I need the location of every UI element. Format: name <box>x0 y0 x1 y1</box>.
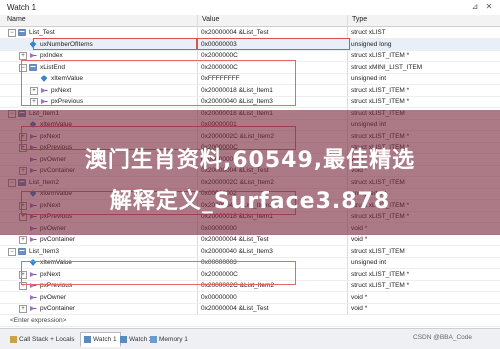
pointer-icon <box>30 53 37 58</box>
cell-value[interactable]: 0x20000040 &List_Item3 <box>201 246 344 257</box>
struct-icon <box>18 29 26 36</box>
watermark-credit: CSDN @BBA_Code <box>413 334 472 341</box>
highlight-box <box>33 38 198 50</box>
watch-icon <box>84 335 91 343</box>
cell-name: List_Item3 <box>29 247 59 255</box>
highlight-box <box>21 261 296 285</box>
expand-icon[interactable]: + <box>19 52 27 60</box>
watch-icon <box>120 335 127 343</box>
expand-icon[interactable]: + <box>19 305 27 313</box>
column-name[interactable]: Name <box>7 16 26 23</box>
title-bar: Watch 1 ⊿ ✕ <box>0 0 500 16</box>
watch-row[interactable]: pvOwner 0x00000000 void * <box>0 292 500 304</box>
close-icon[interactable]: ✕ <box>484 1 494 12</box>
cell-type: void * <box>351 236 368 243</box>
banner-line-2: 解释定义_Surface3.878 <box>109 189 391 214</box>
cell-type: unsigned long <box>351 40 392 48</box>
watch-row[interactable]: − List_Item3 0x20000040 &List_Item3 struct … <box>0 246 500 258</box>
cell-type: struct xLIST <box>351 29 386 36</box>
cell-name: pvContainer <box>40 236 76 243</box>
cell-type: unsigned int <box>351 75 387 82</box>
column-type[interactable]: Type <box>352 16 367 23</box>
collapse-icon[interactable]: − <box>8 247 16 256</box>
cell-value[interactable]: 0x20000004 &List_Test <box>201 303 344 314</box>
struct-icon <box>18 247 26 255</box>
watch-window: Watch 1 ⊿ ✕ Name Value Type − List_Test 0x… <box>0 0 500 349</box>
callstack-icon <box>10 335 17 343</box>
tab-call-stack-locals[interactable]: Call Stack + Locals <box>6 332 78 347</box>
column-value[interactable]: Value <box>202 16 219 23</box>
tab-label: Memory 1 <box>159 336 188 343</box>
tab-memory-1[interactable]: Memory 1 <box>146 332 192 347</box>
cell-value[interactable]: 0x00000000 <box>201 292 344 303</box>
cell-type: struct xLIST_ITEM * <box>351 98 410 105</box>
cell-value[interactable] <box>201 315 344 326</box>
cell-type: unsigned int <box>351 259 387 266</box>
cell-type: struct xLIST_ITEM * <box>351 270 410 278</box>
pointer-icon <box>30 294 37 300</box>
cell-name: pvContainer <box>40 305 76 312</box>
cell-type: void * <box>351 293 368 301</box>
pin-icon[interactable]: ⊿ <box>470 1 480 12</box>
cell-type: struct xLIST_ITEM * <box>351 86 410 94</box>
cell-name: pvOwner <box>40 293 67 301</box>
expand-icon[interactable]: + <box>19 236 27 244</box>
window-title: Watch 1 <box>7 3 37 12</box>
cell-type: struct xMINI_LIST_ITEM <box>351 63 423 71</box>
cell-type <box>351 315 496 326</box>
tab-label: Call Stack + Locals <box>19 336 75 343</box>
cell-value[interactable]: 0x20000004 &List_Test <box>201 27 344 38</box>
collapse-icon[interactable]: − <box>8 29 16 37</box>
cell-type: struct xLIST_ITEM * <box>351 282 410 289</box>
cell-type: void * <box>351 305 368 312</box>
pointer-icon <box>30 306 37 311</box>
watch-row[interactable]: <Enter expression> <box>0 315 500 327</box>
cell-type: struct xLIST_ITEM <box>351 247 405 255</box>
cell-name: List_Test <box>29 29 55 36</box>
pointer-icon <box>30 237 37 242</box>
enter-expression-input[interactable]: <Enter expression> <box>10 315 171 326</box>
cell-value[interactable]: 0x20000004 &List_Test <box>201 234 344 245</box>
tab-watch-1[interactable]: Watch 1 <box>80 332 121 347</box>
tab-strip: Call Stack + Locals Watch 1 Watch 2 Memory … <box>0 328 500 349</box>
tab-label: Watch 1 <box>93 336 117 343</box>
highlight-box <box>196 38 350 50</box>
banner-line-1: 澳门生肖资料,60549,最佳精选 <box>84 148 416 173</box>
highlight-box <box>21 60 296 106</box>
watch-row[interactable]: + pvContainer 0x20000004 &List_Test void * <box>0 234 500 246</box>
column-header: Name Value Type <box>0 15 500 27</box>
memory-icon <box>150 335 157 343</box>
watch-row[interactable]: + pvContainer 0x20000004 &List_Test void * <box>0 303 500 315</box>
cell-type: struct xLIST_ITEM * <box>351 52 410 59</box>
